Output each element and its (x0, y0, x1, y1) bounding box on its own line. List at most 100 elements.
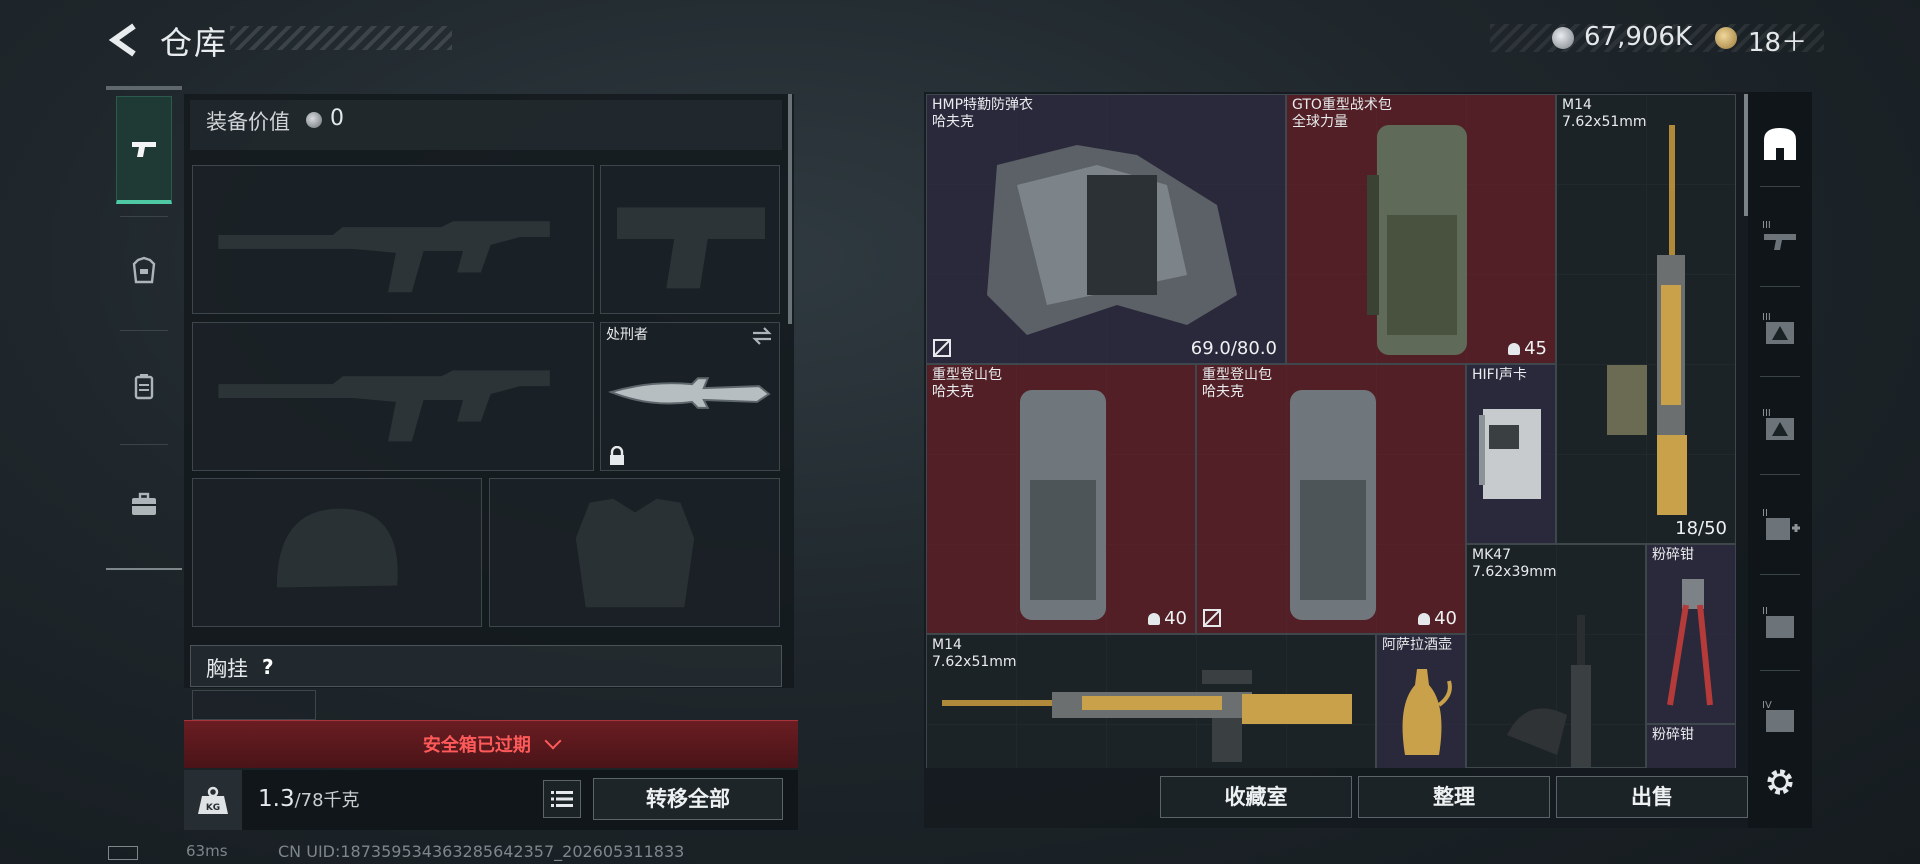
gold-token-icon (1715, 27, 1737, 49)
weight-max: /78千克 (294, 790, 360, 811)
money-amount: 67,906K (1584, 22, 1693, 52)
backpack-image (1020, 390, 1106, 620)
backpack-image (1367, 125, 1467, 355)
item-bolt-cutter[interactable]: 粉碎钳 (1646, 544, 1736, 724)
chest-rig-slot[interactable] (192, 690, 316, 720)
help-icon[interactable]: ? (262, 655, 274, 679)
organize-button[interactable]: 整理 (1358, 776, 1550, 818)
transfer-all-button[interactable]: 转移全部 (593, 778, 783, 820)
item-name: MK47 7.62x39mm (1472, 547, 1557, 580)
item-name: 阿萨拉酒壶 (1382, 637, 1452, 653)
tab-divider (1760, 574, 1800, 575)
svg-text:III: III (1762, 408, 1771, 419)
storage-page-3-armor[interactable]: III (1754, 302, 1806, 354)
safe-box-status: 安全箱已过期 (184, 731, 798, 757)
tab-divider (1760, 670, 1800, 671)
rifle-vertical-image (1507, 615, 1591, 767)
misc-storage-icon: III (1762, 408, 1794, 440)
helmet-mini-icon (1508, 343, 1521, 355)
storage-home-tab[interactable] (1754, 118, 1806, 170)
storage-page-4[interactable]: IV (1754, 690, 1806, 742)
armor-slot[interactable] (489, 478, 780, 627)
briefcase-icon (132, 492, 156, 515)
tab-case[interactable] (116, 450, 172, 558)
backpack-image (1290, 390, 1376, 620)
item-capacity: 45 (1508, 338, 1547, 359)
item-rifle-m14[interactable]: M14 7.62x51mm (926, 634, 1376, 768)
item-name: 粉碎钳 (1652, 547, 1694, 563)
second-primary-weapon-slot[interactable] (192, 322, 594, 471)
svg-text:III: III (1762, 220, 1771, 231)
helmet-silhouette-icon (276, 508, 398, 588)
safe-box-status-text: 安全箱已过期 (422, 735, 531, 756)
equipment-scrollbar[interactable] (788, 94, 792, 324)
settings-button[interactable] (1754, 756, 1806, 808)
chest-rig-row[interactable] (190, 645, 782, 687)
lock-icon (610, 446, 624, 465)
silver-coin-icon (1552, 27, 1574, 49)
helmet-mini-icon (1418, 613, 1431, 625)
backpack-icon (134, 374, 154, 400)
gear-icon (1767, 769, 1793, 795)
medical-storage-icon: II (1762, 508, 1800, 540)
tab-weapons[interactable] (116, 96, 172, 204)
item-ammo: 18/50 (1675, 518, 1727, 539)
chevron-down-icon (544, 732, 562, 750)
storage-page-3-misc[interactable]: III (1754, 398, 1806, 450)
tab-armor[interactable] (116, 216, 172, 324)
broken-armor-icon (933, 339, 951, 357)
token-amount[interactable]: 18＋ (1748, 22, 1807, 59)
item-backpack-heavy[interactable]: 重型登山包 哈夫克 40 (926, 364, 1196, 634)
item-name: 粉碎钳 (1652, 727, 1694, 743)
pistol-icon (132, 141, 156, 157)
helmet-slot[interactable] (192, 478, 482, 627)
svg-text:III: III (1762, 312, 1771, 323)
swap-icon[interactable] (750, 326, 774, 346)
item-name: 重型登山包 哈夫克 (932, 367, 1002, 400)
item-rifle-m14[interactable]: M14 7.62x51mm 18/50 (1556, 94, 1736, 544)
folder-storage-icon: II (1762, 606, 1794, 638)
storage-page-3-gun[interactable]: III (1754, 210, 1806, 262)
svg-text:KG: KG (206, 803, 220, 813)
secondary-weapon-slot[interactable] (600, 165, 780, 314)
item-name: 重型登山包 哈夫克 (1202, 367, 1272, 400)
sell-button[interactable]: 出售 (1556, 776, 1748, 818)
weight-readout: 1.3/78千克 (258, 786, 360, 812)
equipment-value: 0 (330, 106, 344, 131)
tab-divider (120, 444, 168, 445)
equipment-value-label: 装备价值 (206, 110, 290, 134)
pistol-silhouette-icon (616, 207, 765, 289)
tab-divider (1760, 286, 1800, 287)
item-backpack-gto[interactable]: GTO重型战术包 全球力量 45 (1286, 94, 1556, 364)
primary-weapon-slot[interactable] (192, 165, 594, 314)
item-armor-hmp[interactable]: HMP特勤防弹衣 哈夫克 69.0/80.0 (926, 94, 1286, 364)
rifle-horizontal-image (942, 670, 1352, 762)
storage-page-2-docs[interactable]: II (1754, 596, 1806, 648)
back-arrow-icon[interactable] (104, 20, 144, 60)
list-view-button[interactable] (543, 780, 581, 818)
item-arasa-flask[interactable]: 阿萨拉酒壶 (1376, 634, 1466, 768)
ping-readout: 63ms (186, 842, 228, 860)
gun-storage-icon: III (1762, 220, 1796, 250)
item-bolt-cutter[interactable]: 粉碎钳 (1646, 724, 1736, 768)
bolt-cutter-image (1667, 579, 1713, 706)
rifle-silhouette-icon (218, 221, 550, 293)
tab-divider (1760, 376, 1800, 377)
weight-icon: KG (198, 786, 228, 814)
item-hifi-card[interactable]: HIFI声卡 (1466, 364, 1556, 544)
broken-armor-icon (1203, 609, 1221, 627)
item-rifle-mk47[interactable]: MK47 7.62x39mm (1466, 544, 1646, 768)
item-name: M14 7.62x51mm (932, 637, 1017, 670)
title-decoration (230, 26, 452, 50)
tab-backpack[interactable] (116, 332, 172, 440)
item-durability: 69.0/80.0 (1190, 338, 1277, 359)
item-backpack-heavy[interactable]: 重型登山包 哈夫克 40 (1196, 364, 1466, 634)
item-capacity: 40 (1418, 608, 1457, 629)
svg-text:IV: IV (1762, 700, 1772, 711)
svg-text:II: II (1762, 606, 1768, 617)
tab-divider (120, 330, 168, 331)
storage-page-2-medical[interactable]: II (1754, 498, 1806, 550)
page-title: 仓库 (160, 24, 229, 62)
armor-storage-icon: III (1762, 312, 1794, 344)
collection-room-button[interactable]: 收藏室 (1160, 776, 1352, 818)
